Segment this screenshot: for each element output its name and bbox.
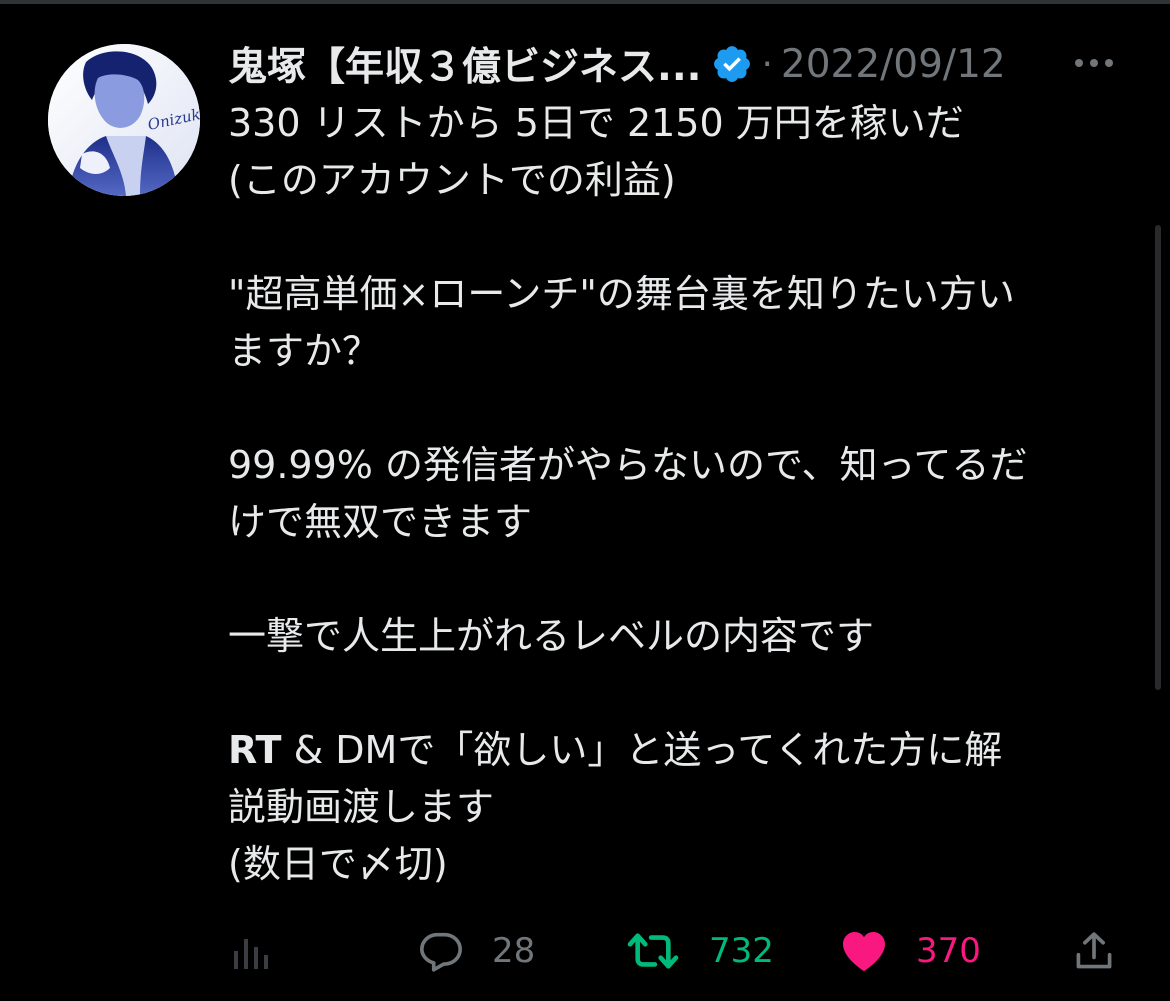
retweet-button[interactable]: 732	[625, 920, 774, 982]
tweet-line-rt-rest: & DMで「欲しい」と送ってくれた方に解	[293, 728, 1003, 772]
top-divider	[0, 0, 1170, 4]
tweet-line: (このアカウントでの利益)	[228, 158, 676, 202]
tweet-actions-bar: 28 732 370	[0, 920, 1170, 982]
tweet-header: 鬼塚【年収３億ビジネス... · 2022/09/12	[228, 36, 1128, 92]
share-button[interactable]	[1072, 920, 1116, 982]
tweet-line: けで無双できます	[228, 500, 533, 544]
retweet-icon	[627, 933, 679, 969]
tweet-line: 330 リストから 5日で 2150 万円を稼いだ	[228, 101, 964, 145]
avatar[interactable]: Onizuka	[48, 44, 200, 196]
avatar-illustration: Onizuka	[48, 44, 200, 196]
reply-button[interactable]: 28	[418, 920, 535, 982]
views-button[interactable]	[232, 920, 272, 982]
reply-icon	[420, 932, 462, 972]
share-icon	[1076, 932, 1112, 969]
more-options-button[interactable]	[1070, 54, 1118, 72]
tweet-line: (数日で〆切)	[228, 842, 448, 886]
tweet-line: "超高単価×ローンチ"の舞台裏を知りたい方い	[228, 272, 1015, 316]
tweet-line: 99.99% の発信者がやらないので、知ってるだ	[228, 443, 1028, 487]
like-button[interactable]: 370	[840, 920, 981, 982]
tweet-line-rt: RT & DMで「欲しい」と送ってくれた方に解	[228, 722, 1128, 779]
heart-icon	[843, 932, 885, 972]
header-separator: ·	[761, 43, 773, 85]
reply-count: 28	[492, 931, 536, 971]
retweet-count: 732	[709, 931, 774, 971]
tweet-line: ますか？	[228, 329, 381, 373]
author-display-name[interactable]: 鬼塚【年収３億ビジネス...	[228, 36, 701, 92]
like-count: 370	[916, 931, 981, 971]
bar-chart-icon	[234, 939, 268, 969]
tweet-text: 330 リストから 5日で 2150 万円を稼いだ (このアカウントでの利益) …	[228, 95, 1128, 893]
verified-badge-icon	[711, 43, 753, 85]
scroll-indicator[interactable]	[1155, 225, 1161, 690]
rt-prefix: RT	[228, 728, 282, 772]
tweet-line: 説動画渡します	[228, 785, 495, 829]
ellipsis-icon	[1075, 59, 1113, 67]
tweet-date[interactable]: 2022/09/12	[781, 42, 1006, 87]
tweet-line: 一撃で人生上がれるレベルの内容です	[228, 614, 875, 658]
